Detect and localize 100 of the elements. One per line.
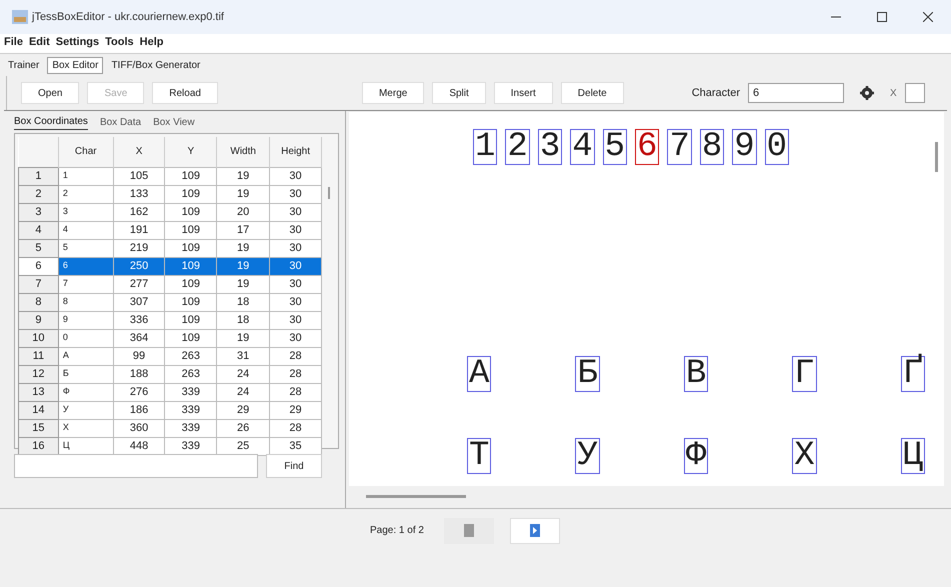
table-cell: 30	[270, 203, 322, 221]
table-cell: 1	[58, 167, 114, 185]
table-cell: 31	[216, 347, 270, 365]
next-page-button[interactable]	[510, 518, 560, 544]
column-header[interactable]: Height	[270, 137, 322, 167]
menu-item[interactable]: Help	[140, 34, 164, 50]
table-cell: 30	[270, 185, 322, 203]
row-number: 9	[18, 311, 58, 329]
table-cell: 364	[113, 329, 165, 347]
glyph-box: Х	[792, 438, 817, 474]
x-field[interactable]	[904, 83, 925, 103]
table-cell: 28	[270, 347, 322, 365]
table-row[interactable]: 4 4 191 109 17 30	[18, 221, 322, 239]
minimize-icon[interactable]	[831, 16, 841, 18]
table-cell: 19	[216, 275, 270, 293]
vertical-scrollbar-thumb[interactable]	[935, 142, 938, 172]
table-row[interactable]: 10 0 364 109 19 30	[18, 329, 322, 347]
table-row[interactable]: 11 А 99 263 31 28	[18, 347, 322, 365]
table-cell: 219	[113, 239, 165, 257]
table-row[interactable]: 1 1 105 109 19 30	[18, 167, 322, 185]
row-number: 11	[18, 347, 58, 365]
toolbar-button[interactable]: Reload	[152, 82, 218, 104]
table-cell: 105	[113, 167, 165, 185]
find-button[interactable]: Find	[266, 454, 322, 478]
table-row[interactable]: 5 5 219 109 19 30	[18, 239, 322, 257]
close-icon[interactable]	[923, 12, 933, 22]
table-cell: 3	[58, 203, 114, 221]
table-cell: 188	[113, 365, 165, 383]
table-cell: 29	[270, 401, 322, 419]
table-cell: 250	[113, 257, 165, 275]
table-cell: 263	[164, 347, 217, 365]
horizontal-scrollbar-thumb[interactable]	[366, 494, 466, 498]
maximize-icon[interactable]	[877, 12, 887, 22]
table-cell: 339	[164, 401, 217, 419]
table-cell: 360	[113, 419, 165, 437]
glyph-box: 1	[473, 129, 498, 165]
character-field[interactable]: 6	[748, 83, 844, 103]
table-cell: 30	[270, 257, 322, 275]
gear-icon[interactable]	[860, 86, 874, 100]
table-cell: 19	[216, 167, 270, 185]
table-cell: 2	[58, 185, 114, 203]
find-field[interactable]	[14, 454, 258, 478]
tab[interactable]: Trainer	[4, 58, 44, 72]
character-label: Character	[692, 86, 740, 101]
toolbar-button[interactable]: Delete	[560, 82, 624, 104]
table-row[interactable]: 2 2 133 109 19 30	[18, 185, 322, 203]
table-cell: 18	[216, 293, 270, 311]
glyph-box: Г	[792, 356, 817, 392]
toolbar-button[interactable]: Open	[21, 82, 80, 104]
table-row[interactable]: 13 Ф 276 339 24 28	[18, 383, 322, 401]
row-number: 1	[18, 167, 58, 185]
column-header[interactable]: Width	[216, 137, 270, 167]
glyph-box: Б	[575, 356, 600, 392]
x-label: X	[890, 86, 897, 100]
column-header[interactable]: Y	[164, 137, 217, 167]
table-cell: 7	[58, 275, 114, 293]
table-cell: 30	[270, 221, 322, 239]
table-cell: 28	[270, 365, 322, 383]
table-cell: Б	[58, 365, 114, 383]
tab[interactable]: Box View	[153, 114, 195, 130]
column-header[interactable]: Char	[58, 137, 114, 167]
menu-item[interactable]: Edit	[28, 34, 50, 50]
table-cell: 9	[58, 311, 114, 329]
menu-item[interactable]: File	[4, 34, 23, 50]
table-row[interactable]: 12 Б 188 263 24 28	[18, 365, 322, 383]
glyph-box: Ф	[684, 438, 708, 474]
table-cell: 109	[164, 275, 217, 293]
table-cell: 28	[270, 419, 322, 437]
page-icon	[530, 524, 540, 537]
tab[interactable]: Box Data	[100, 114, 142, 130]
selected-row[interactable]: 6 6 250 109 19 30	[18, 257, 322, 275]
table-cell: У	[58, 401, 114, 419]
table-cell: 191	[113, 221, 165, 239]
row-number: 12	[18, 365, 58, 383]
toolbar-button[interactable]: Split	[432, 82, 486, 104]
table-row[interactable]: 15 Х 360 339 26 28	[18, 419, 322, 437]
scrollbar-thumb[interactable]	[328, 187, 330, 199]
column-header[interactable]: X	[113, 137, 165, 167]
table-row[interactable]: 14 У 186 339 29 29	[18, 401, 322, 419]
table-cell: 307	[113, 293, 165, 311]
tab[interactable]: Box Coordinates	[14, 114, 88, 130]
toolbar-button[interactable]: Insert	[494, 82, 553, 104]
table-cell: А	[58, 347, 114, 365]
toolbar-button[interactable]: Merge	[362, 82, 424, 104]
table-row[interactable]: 7 7 277 109 19 30	[18, 275, 322, 293]
menu-item[interactable]: Settings	[56, 34, 100, 50]
table-row[interactable]: 3 3 162 109 20 30	[18, 203, 322, 221]
glyph-box: 5	[602, 129, 628, 165]
tab[interactable]: Box Editor	[47, 56, 104, 74]
table-cell: 19	[216, 239, 270, 257]
row-number: 3	[18, 203, 58, 221]
glyph-box: Т	[467, 438, 492, 474]
table-cell: 18	[216, 311, 270, 329]
glyph-box: 2	[505, 129, 530, 165]
tab[interactable]: TIFF/Box Generator	[107, 58, 204, 72]
table-row[interactable]: 9 9 336 109 18 30	[18, 311, 322, 329]
menu-item[interactable]: Tools	[105, 34, 134, 50]
table-cell: 30	[270, 311, 322, 329]
table-cell: 109	[164, 329, 217, 347]
table-row[interactable]: 8 8 307 109 18 30	[18, 293, 322, 311]
